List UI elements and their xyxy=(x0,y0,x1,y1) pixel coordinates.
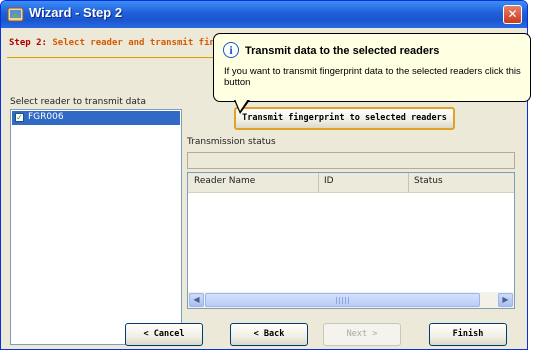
column-header-status[interactable]: Status xyxy=(414,176,443,186)
tooltip-title: Transmit data to the selected readers xyxy=(245,45,440,57)
reader-list-label: Select reader to transmit data xyxy=(10,97,146,107)
reader-item-label: FGR006 xyxy=(28,112,64,122)
reader-list[interactable]: ✓ FGR006 xyxy=(10,109,182,345)
scroll-right-button[interactable]: ▶ xyxy=(498,293,513,307)
status-grid[interactable]: Reader Name ID Status ◀ ▶ xyxy=(187,172,515,309)
transmission-progress-bar xyxy=(187,152,515,169)
info-icon: i xyxy=(223,42,239,58)
grid-header: Reader Name ID Status xyxy=(188,173,514,193)
chevron-right-icon: ▶ xyxy=(502,295,509,304)
chevron-left-icon: ◀ xyxy=(193,295,200,304)
step-text: Select reader and transmit fing xyxy=(46,38,221,48)
close-icon: ✕ xyxy=(507,7,518,21)
column-divider[interactable] xyxy=(408,173,409,192)
tooltip-body: If you want to transmit fingerprint data… xyxy=(224,66,521,88)
finish-button[interactable]: Finish xyxy=(429,323,507,346)
back-button[interactable]: < Back xyxy=(230,323,308,346)
step-number: Step 2 xyxy=(9,38,42,48)
cancel-button[interactable]: < Cancel xyxy=(125,323,203,346)
column-divider[interactable] xyxy=(318,173,319,192)
app-icon xyxy=(7,7,24,22)
horizontal-scrollbar[interactable]: ◀ ▶ xyxy=(188,292,514,308)
column-header-reader-name[interactable]: Reader Name xyxy=(194,176,255,186)
title-bar[interactable]: Wizard - Step 2 ✕ xyxy=(1,1,527,28)
window-title: Wizard - Step 2 xyxy=(29,5,123,20)
reader-list-item[interactable]: ✓ FGR006 xyxy=(12,111,180,125)
column-header-id[interactable]: ID xyxy=(324,176,334,186)
transmit-button[interactable]: Transmit fingerprint to selected readers xyxy=(234,107,455,130)
tooltip-balloon: i Transmit data to the selected readers … xyxy=(213,33,531,114)
reader-checkbox[interactable]: ✓ xyxy=(15,113,24,122)
grip-icon xyxy=(336,297,350,304)
step-heading: Step 2: Select reader and transmit fing xyxy=(9,38,220,48)
next-button: Next > xyxy=(323,323,401,346)
close-button[interactable]: ✕ xyxy=(503,5,522,24)
tooltip-tail-fill xyxy=(235,99,248,111)
scroll-left-button[interactable]: ◀ xyxy=(189,293,204,307)
transmission-status-label: Transmission status xyxy=(187,137,276,147)
scroll-thumb[interactable] xyxy=(205,293,480,307)
